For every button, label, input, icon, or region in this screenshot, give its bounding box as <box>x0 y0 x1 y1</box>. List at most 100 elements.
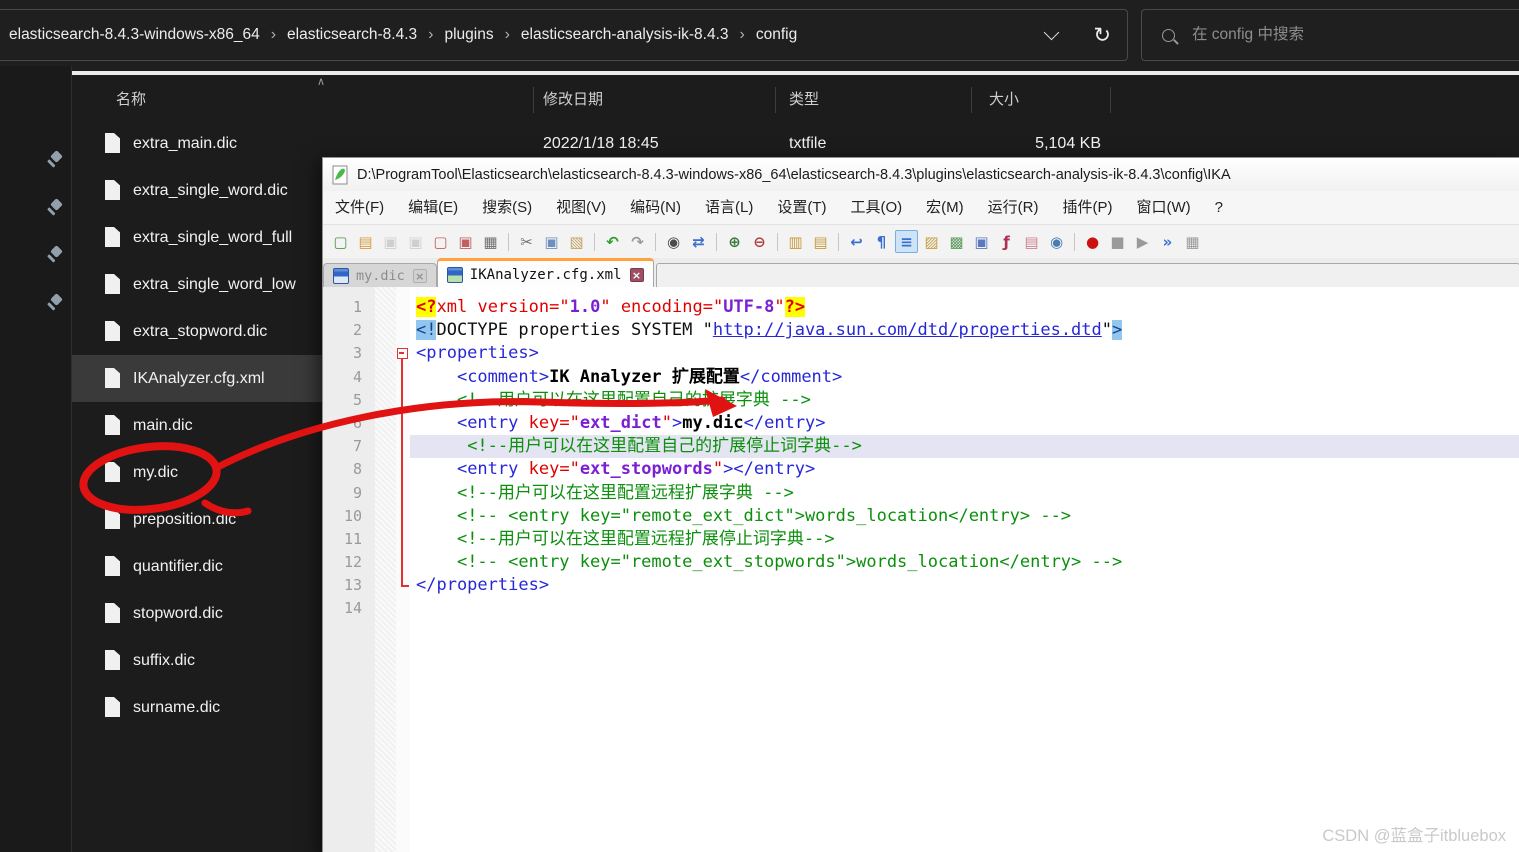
bookmark-cell <box>375 597 396 620</box>
macro-run-multiple-icon[interactable]: » <box>1156 230 1179 253</box>
tab-IKAnalyzer.cfg.xml[interactable]: IKAnalyzer.cfg.xml × <box>436 258 654 288</box>
address-dropdown-chevron-icon[interactable] <box>1044 24 1060 41</box>
show-all-characters-icon[interactable]: ¶ <box>870 230 893 253</box>
menu-item[interactable]: ? <box>1203 191 1235 224</box>
code-token: <comment> <box>456 366 550 387</box>
breadcrumb-item[interactable]: config <box>754 26 799 44</box>
tab-close-icon[interactable]: × <box>629 267 644 282</box>
file-icon <box>105 368 120 388</box>
sync-horizontal-icon[interactable]: ▤ <box>809 230 832 253</box>
search-input[interactable] <box>1190 25 1494 45</box>
print-icon[interactable]: ▦ <box>479 230 502 253</box>
command-bar-divider <box>0 71 1519 75</box>
pin-icon <box>45 245 65 265</box>
fold-collapse-icon[interactable] <box>397 348 408 360</box>
indent-guide-icon[interactable]: ≡ <box>895 230 918 253</box>
menu-item[interactable]: 视图(V) <box>544 191 618 224</box>
code-token: > <box>1112 320 1123 341</box>
macro-play-icon[interactable]: ▶ <box>1131 230 1154 253</box>
redo-icon[interactable]: ↷ <box>626 230 649 253</box>
code-line: 11 <!--用户可以在这里配置远程扩展停止词字典--> <box>323 527 1519 552</box>
word-wrap-icon[interactable]: ↩ <box>845 230 868 253</box>
refresh-icon[interactable]: ↻ <box>1093 25 1111 46</box>
code-token: </comment> <box>739 366 843 387</box>
editor[interactable]: 1 <?xml version="1.0" encoding="UTF-8"?> 2… <box>323 287 1519 852</box>
menu-item[interactable]: 语言(L) <box>693 191 765 224</box>
code-text: <entry key="ext_stopwords"></entry> <box>410 458 1519 481</box>
menu-item[interactable]: 窗口(W) <box>1124 191 1202 224</box>
function-list-icon[interactable]: ƒ <box>995 230 1018 253</box>
menu-item[interactable]: 宏(M) <box>914 191 976 224</box>
shortcut-mapper-icon[interactable]: ▨ <box>920 230 943 253</box>
replace-icon[interactable]: ⇄ <box>687 230 710 253</box>
line-number: 7 <box>352 437 362 456</box>
breadcrumb-item[interactable]: elasticsearch-8.4.3-windows-x86_64 <box>7 26 262 44</box>
menu-item[interactable]: 插件(P) <box>1050 191 1124 224</box>
close-icon[interactable]: ▢ <box>429 230 452 253</box>
bookmark-cell <box>375 551 396 574</box>
line-number: 2 <box>352 321 362 340</box>
menu-item[interactable]: 设置(T) <box>765 191 838 224</box>
breadcrumb-item[interactable]: plugins <box>442 26 495 44</box>
file-icon <box>105 227 120 247</box>
paste-icon[interactable]: ▧ <box>565 230 588 253</box>
breadcrumb-item[interactable]: elasticsearch-8.4.3 <box>285 26 419 44</box>
file-icon <box>105 133 120 153</box>
sync-vertical-icon[interactable]: ▥ <box>784 230 807 253</box>
zoom-in-icon[interactable]: ⊕ <box>723 230 746 253</box>
menu-item[interactable]: 编码(N) <box>618 191 693 224</box>
fold-marker <box>396 411 410 436</box>
notepadpp-window[interactable]: D:\ProgramTool\Elasticsearch\elasticsear… <box>322 157 1519 852</box>
column-header-name[interactable]: 名称 <box>116 84 146 116</box>
folder-as-workspace-icon[interactable]: ▤ <box>1020 230 1043 253</box>
monitoring-eye-icon[interactable]: ◉ <box>1045 230 1068 253</box>
tab-close-icon[interactable]: × <box>412 269 427 283</box>
open-file-icon[interactable]: ▤ <box>354 230 377 253</box>
macro-save-icon[interactable]: ▦ <box>1181 230 1204 253</box>
file-name: suffix.dic <box>133 652 195 669</box>
title-bar[interactable]: D:\ProgramTool\Elasticsearch\elasticsear… <box>323 158 1519 191</box>
code-token: xml <box>436 297 468 317</box>
column-header-date[interactable]: 修改日期 <box>543 84 603 116</box>
document-switcher-icon[interactable]: ▣ <box>970 230 993 253</box>
macro-record-icon[interactable]: ● <box>1081 230 1104 253</box>
code-token: " <box>661 412 672 433</box>
screen: elasticsearch-8.4.3-windows-x86_64 › elast… <box>0 0 1519 852</box>
menu-item[interactable]: 运行(R) <box>976 191 1051 224</box>
undo-icon[interactable]: ↶ <box>601 230 624 253</box>
find-icon[interactable]: ◉ <box>662 230 685 253</box>
new-file-icon[interactable]: ▢ <box>329 230 352 253</box>
zoom-out-icon[interactable]: ⊖ <box>748 230 771 253</box>
search-icon <box>1162 28 1175 42</box>
breadcrumb-item[interactable]: elasticsearch-analysis-ik-8.4.3 <box>519 26 731 44</box>
search-box[interactable] <box>1141 9 1519 61</box>
tab-my.dic[interactable]: my.dic × <box>323 263 437 288</box>
save-icon[interactable]: ▣ <box>379 230 402 253</box>
file-name: surname.dic <box>133 699 221 716</box>
pin-icon <box>45 198 65 218</box>
code-token: my.dic <box>682 412 744 433</box>
address-bar[interactable]: elasticsearch-8.4.3-windows-x86_64 › elast… <box>0 9 1128 61</box>
column-headers: 名称 修改日期 类型 大小 <box>0 84 1519 116</box>
save-all-icon[interactable]: ▣ <box>404 230 427 253</box>
copy-icon[interactable]: ▣ <box>540 230 563 253</box>
column-header-type[interactable]: 类型 <box>789 84 819 116</box>
menu-item[interactable]: 搜索(S) <box>470 191 544 224</box>
menu-item[interactable]: 编辑(E) <box>396 191 470 224</box>
column-header-size[interactable]: 大小 <box>989 84 1019 116</box>
macro-stop-icon[interactable]: ■ <box>1106 230 1129 253</box>
menu-item[interactable]: 工具(O) <box>838 191 914 224</box>
menu-item[interactable]: 文件(F) <box>323 191 396 224</box>
code-token: " <box>1101 320 1113 341</box>
code-line: 4 <comment>IK Analyzer 扩展配置</comment> <box>323 365 1519 389</box>
document-map-icon[interactable]: ▩ <box>945 230 968 253</box>
breadcrumb-separator: › <box>428 26 434 43</box>
toolbar-separator <box>777 232 778 251</box>
column-divider <box>775 87 776 113</box>
close-all-icon[interactable]: ▣ <box>454 230 477 253</box>
code-line: 6 <entry key="ext_dict">my.dic</entry> <box>323 411 1519 436</box>
cut-icon[interactable]: ✂ <box>515 230 538 253</box>
